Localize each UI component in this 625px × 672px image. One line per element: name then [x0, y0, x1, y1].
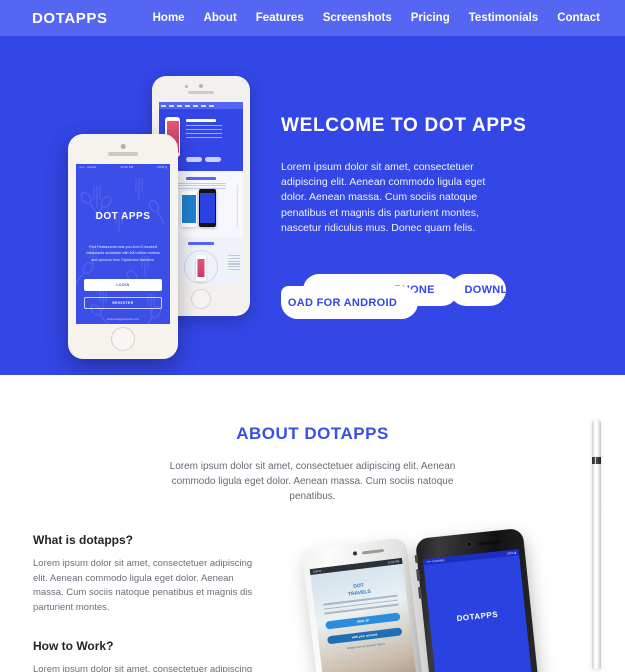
landing-page: DOTAPPS Home About Features Screenshots …: [0, 0, 625, 672]
preview-features-title: [188, 242, 214, 245]
preview-hero-buttons: [186, 149, 224, 167]
front-camera-icon: [467, 542, 472, 547]
hero-copy: WELCOME TO DOT APPS Lorem ipsum dolor si…: [281, 115, 601, 236]
nav-link-home[interactable]: Home: [153, 12, 185, 24]
hero-paragraph: Lorem ipsum dolor sit amet, consectetuer…: [281, 161, 486, 234]
front-camera-icon: [120, 144, 126, 149]
home-button-icon: [191, 289, 211, 309]
about-section: ABOUT DOTAPPS Lorem ipsum dolor sit amet…: [0, 375, 625, 672]
feature-heading-how-to-work: How to Work?: [33, 638, 114, 653]
mute-switch: [414, 554, 419, 564]
front-camera-icon: [352, 551, 357, 556]
nav-link-testimonials[interactable]: Testimonials: [469, 12, 538, 24]
app-description: Find Restaurants near you from 5 hundred…: [86, 245, 160, 262]
app-register-button[interactable]: REGISTER: [84, 297, 162, 309]
feature-text-what-is-dotapps: Lorem ipsum dolor sit amet, consectetuer…: [33, 558, 253, 614]
download-for-android-label: OAD FOR ANDROID: [287, 296, 398, 309]
app-footer-url: www.dotappswebsite.com: [106, 317, 140, 321]
earpiece-speaker: [478, 540, 501, 546]
about-white-phone-mockup: Carrier ᐧ ᎐ 11:52 PM DOT TRAVELS SIGN UP…: [301, 537, 424, 672]
sensor-icon: [185, 85, 188, 88]
preview-white-phone: [181, 191, 197, 227]
about-black-phone-mockup: ••••• CARRIER 100% ▮ DOTAPPS: [414, 527, 540, 672]
preview-hero-text: [186, 119, 222, 138]
volume-up-button: [416, 568, 421, 582]
app-login-button[interactable]: LOGIN: [84, 279, 162, 291]
nav-link-features[interactable]: Features: [256, 12, 304, 24]
preview-black-phone: [199, 189, 216, 227]
stylus-band: [592, 457, 601, 464]
status-carrier: ••••• CARRIER: [426, 558, 445, 564]
about-features-column: What is dotapps? Lorem ipsum dolor sit a…: [33, 533, 261, 672]
status-time: 11:52 PM: [387, 559, 400, 565]
hero-phone-front-mockup: ••••• ᐧ Carrier 12:30 PM 100% ▮ DOT APPS…: [68, 134, 178, 359]
hero-cta-buttons: PHONE DOWNL OAD FOR ANDROID: [281, 274, 621, 319]
feature-text-how-to-work: Lorem ipsum dolor sit amet, consectetuer…: [33, 663, 253, 672]
app-title-line2: TRAVELS: [347, 588, 372, 598]
white-phone-signup-button[interactable]: SIGN UP: [325, 611, 401, 630]
status-carrier: Carrier ᐧ ᎐: [312, 568, 325, 574]
signup-sub-label: with your account: [351, 631, 378, 639]
nav-links: Home About Features Screenshots Pricing …: [153, 12, 600, 24]
download-label: DOWNL: [464, 284, 506, 296]
about-phone-mockups: Carrier ᐧ ᎐ 11:52 PM DOT TRAVELS SIGN UP…: [301, 515, 540, 672]
signup-label: SIGN UP: [356, 617, 370, 624]
about-title: ABOUT DOTAPPS: [236, 424, 389, 443]
volume-down-button: [417, 586, 423, 599]
nav-link-screenshots[interactable]: Screenshots: [323, 12, 392, 24]
front-camera-icon: [199, 84, 203, 88]
app-title: DOT APPS: [95, 211, 151, 222]
earpiece-speaker: [108, 152, 138, 156]
hero-phone-front-screen: ••••• ᐧ Carrier 12:30 PM 100% ▮ DOT APPS…: [76, 164, 170, 324]
about-subtitle: Lorem ipsum dolor sit amet, consectetuer…: [169, 461, 456, 502]
phone-status-bar: Carrier ᐧ ᎐ 11:52 PM: [309, 557, 403, 576]
preview-navbar: [159, 102, 243, 109]
nav-link-about[interactable]: About: [204, 12, 237, 24]
nav-link-contact[interactable]: Contact: [557, 12, 600, 24]
nav-link-pricing[interactable]: Pricing: [411, 12, 450, 24]
hero-section: ••••• ᐧ Carrier 12:30 PM 100% ▮ DOT APPS…: [0, 36, 625, 375]
earpiece-speaker: [188, 91, 214, 94]
download-for-android-button[interactable]: OAD FOR ANDROID: [281, 286, 418, 319]
download-button[interactable]: DOWNL: [450, 274, 506, 306]
black-phone-app-title: DOTAPPS: [456, 609, 499, 624]
home-button-icon: [111, 327, 135, 351]
status-battery: 100% ▮: [506, 550, 517, 556]
about-black-phone-screen: ••••• CARRIER 100% ▮ DOTAPPS: [423, 549, 534, 672]
site-logo[interactable]: DOTAPPS: [32, 10, 108, 27]
hero-title: WELCOME TO DOT APPS: [281, 115, 527, 136]
phone-status-bar: ••••• CARRIER 100% ▮: [423, 549, 520, 566]
top-navigation-bar: DOTAPPS Home About Features Screenshots …: [0, 0, 625, 36]
preview-stylus: [235, 185, 238, 229]
about-white-phone-screen: Carrier ᐧ ᎐ 11:52 PM DOT TRAVELS SIGN UP…: [309, 557, 418, 672]
feature-heading-what-is-dotapps: What is dotapps?: [33, 533, 133, 547]
earpiece-speaker: [361, 548, 384, 555]
stylus-pencil-icon: [592, 419, 601, 669]
stylus-band-highlight: [594, 457, 596, 464]
preview-feature-circle: [184, 250, 218, 284]
preview-about-title: [186, 177, 216, 180]
